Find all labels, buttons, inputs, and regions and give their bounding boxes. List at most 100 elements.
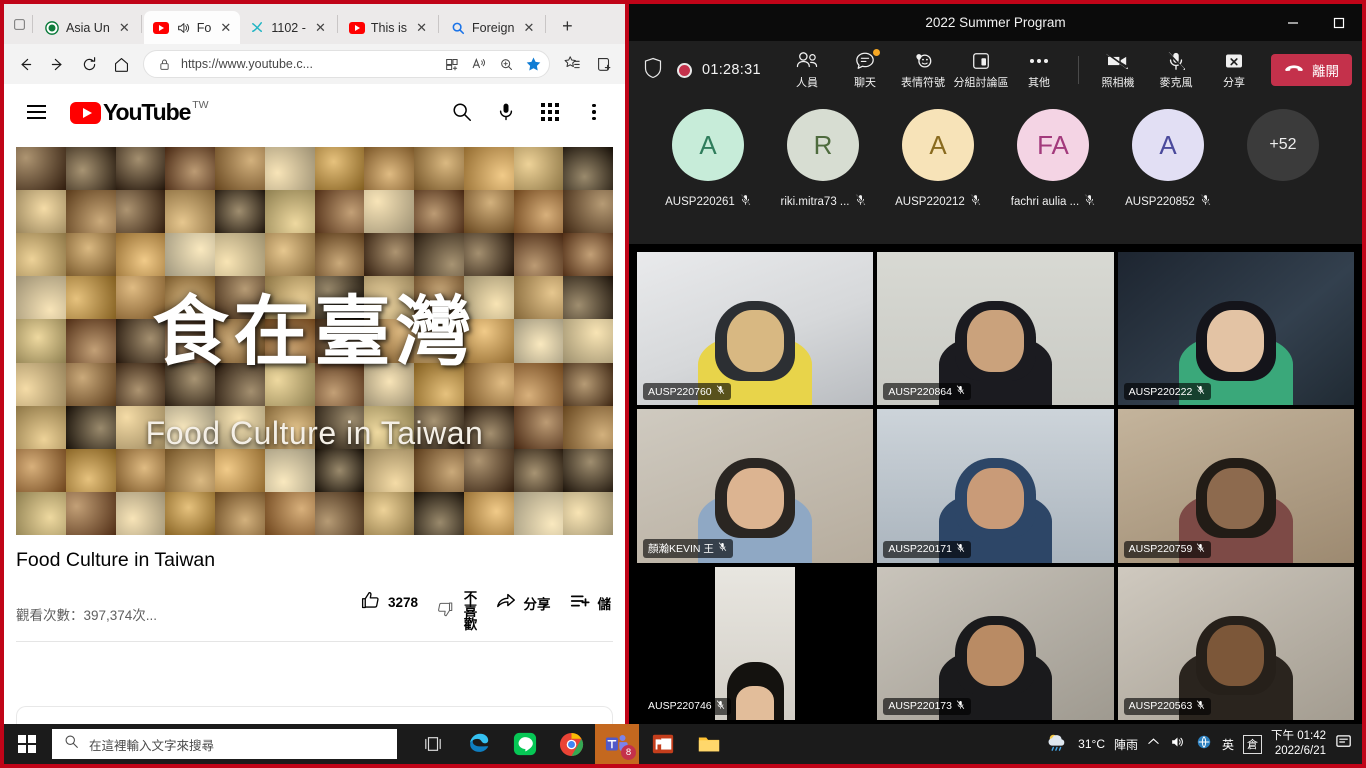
ime-mode-indicator[interactable]: 倉 bbox=[1243, 734, 1263, 754]
collage-cell bbox=[314, 190, 365, 234]
tab-close-button[interactable]: ✕ bbox=[413, 19, 430, 36]
tab-close-button[interactable]: ✕ bbox=[312, 19, 329, 36]
save-button[interactable]: 儲 bbox=[569, 590, 611, 615]
collage-cell bbox=[513, 276, 564, 320]
file-explorer-icon[interactable] bbox=[687, 724, 731, 764]
leave-meeting-button[interactable]: 離開 bbox=[1271, 54, 1352, 86]
microphone-muted-icon bbox=[956, 543, 965, 556]
toolbar-more-button[interactable]: 其他 bbox=[1010, 50, 1068, 90]
toolbar-share-button[interactable]: 分享 bbox=[1205, 50, 1263, 90]
task-view-icon[interactable] bbox=[411, 724, 455, 764]
roster-participant[interactable]: A AUSP220212 bbox=[892, 109, 985, 211]
youtube-logo[interactable]: YouTube TW bbox=[70, 99, 209, 125]
taskbar-search-input[interactable]: 在這裡輸入文字來搜尋 bbox=[52, 729, 397, 759]
ime-language-indicator[interactable]: 英 bbox=[1222, 736, 1234, 753]
weather-temperature: 31°C bbox=[1078, 737, 1105, 751]
more-vertical-icon[interactable] bbox=[581, 99, 607, 125]
forward-icon[interactable] bbox=[42, 49, 72, 79]
teams-badge-count: 8 bbox=[621, 745, 636, 760]
split-screen-icon[interactable] bbox=[442, 54, 462, 74]
hamburger-menu-icon[interactable] bbox=[16, 92, 56, 132]
browser-tab-0[interactable]: Asia Un ✕ bbox=[35, 11, 139, 44]
youtube-header-actions bbox=[449, 99, 613, 125]
youtube-page: YouTube TW 食在臺灣 Food Culture in Taiwan F… bbox=[4, 84, 625, 728]
tile-participant-name: AUSP220864 bbox=[883, 383, 971, 401]
windows-start-icon[interactable] bbox=[4, 724, 50, 764]
tab-audio-icon[interactable] bbox=[175, 20, 191, 36]
toolbar-camera-button[interactable]: 照相機 bbox=[1089, 50, 1147, 90]
collage-cell bbox=[563, 190, 613, 234]
video-tile[interactable]: AUSP220746 bbox=[637, 566, 874, 720]
roster-overflow[interactable]: +52 bbox=[1237, 109, 1330, 181]
video-tile[interactable]: AUSP220864 bbox=[877, 252, 1114, 406]
toolbar-camera-label: 照相機 bbox=[1101, 77, 1135, 89]
favorites-list-icon[interactable] bbox=[557, 49, 587, 79]
read-aloud-icon[interactable] bbox=[469, 54, 489, 74]
video-tile[interactable]: 顏瀚KEVIN 王 bbox=[637, 409, 874, 563]
collage-cell bbox=[563, 233, 613, 277]
video-tile[interactable]: AUSP220222 bbox=[1117, 252, 1354, 406]
browser-tab-3[interactable]: This is ✕ bbox=[340, 11, 436, 44]
powerpoint-icon[interactable] bbox=[641, 724, 685, 764]
line-icon[interactable] bbox=[503, 724, 547, 764]
video-title: Food Culture in Taiwan bbox=[16, 549, 216, 571]
network-icon[interactable] bbox=[1195, 734, 1213, 755]
toolbar-reactions-label: 表情符號 bbox=[901, 77, 945, 89]
address-bar[interactable]: https://www.youtube.c... bbox=[143, 50, 550, 78]
volume-icon[interactable] bbox=[1169, 734, 1186, 755]
notifications-icon[interactable] bbox=[1335, 733, 1354, 756]
toolbar-breakout-rooms-button[interactable]: 分組討論區 bbox=[952, 50, 1010, 90]
maximize-button[interactable] bbox=[1316, 4, 1362, 41]
zoom-icon[interactable] bbox=[496, 54, 516, 74]
refresh-icon[interactable] bbox=[74, 49, 104, 79]
new-tab-button[interactable]: + bbox=[554, 13, 580, 39]
tab-close-button[interactable]: ✕ bbox=[217, 19, 234, 36]
toolbar-people-button[interactable]: 人員 bbox=[778, 50, 836, 90]
roster-participant[interactable]: FA fachri aulia ... bbox=[1007, 109, 1100, 211]
toolbar-chat-button[interactable]: 聊天 bbox=[836, 49, 894, 90]
roster-participant[interactable]: A AUSP220261 bbox=[662, 109, 755, 211]
video-grid: AUSP220760 AUSP220864 AUSP220222 顏瀚KEVIN 王 A… bbox=[629, 244, 1362, 728]
search-icon[interactable] bbox=[449, 99, 475, 125]
teams-icon[interactable]: 8 bbox=[595, 724, 639, 764]
roster-participant[interactable]: A AUSP220852 bbox=[1122, 109, 1215, 211]
dislike-button[interactable]: 不喜歡 bbox=[436, 590, 477, 631]
video-player[interactable]: 食在臺灣 Food Culture in Taiwan bbox=[16, 147, 613, 535]
microphone-icon[interactable] bbox=[493, 99, 519, 125]
browser-tab-4[interactable]: Foreign ✕ bbox=[441, 11, 543, 44]
share-button[interactable]: 分享 bbox=[495, 590, 551, 615]
roster-participant[interactable]: Rriki.mitra73 ... bbox=[777, 109, 870, 211]
collage-cell bbox=[513, 491, 564, 535]
clock-time: 下午 01:42 bbox=[1271, 730, 1326, 742]
toolbar-microphone-button[interactable]: 麥克風 bbox=[1147, 50, 1205, 90]
collections-icon[interactable] bbox=[589, 49, 619, 79]
browser-tab-1[interactable]: Fo ✕ bbox=[143, 11, 241, 44]
browser-tab-2[interactable]: 1102 - ✕ bbox=[240, 11, 335, 44]
weather-rain-icon[interactable] bbox=[1045, 732, 1069, 757]
video-tile[interactable]: AUSP220173 bbox=[877, 566, 1114, 720]
edge-icon[interactable] bbox=[457, 724, 501, 764]
tab-close-button[interactable]: ✕ bbox=[116, 19, 133, 36]
tile-participant-name: 顏瀚KEVIN 王 bbox=[643, 538, 733, 558]
chevron-up-icon[interactable] bbox=[1147, 735, 1160, 753]
video-tile[interactable]: AUSP220563 bbox=[1117, 566, 1354, 720]
toolbar-reactions-button[interactable]: 表情符號 bbox=[894, 50, 952, 90]
chrome-icon[interactable] bbox=[549, 724, 593, 764]
tab-close-button[interactable]: ✕ bbox=[520, 19, 537, 36]
video-tile[interactable]: AUSP220171 bbox=[877, 409, 1114, 563]
video-stats-row: 觀看次數：397,374次... 3278 不喜歡 分享 儲 bbox=[16, 590, 613, 631]
like-button[interactable]: 3278 bbox=[360, 590, 418, 614]
shield-icon bbox=[643, 57, 663, 84]
back-icon[interactable] bbox=[10, 49, 40, 79]
video-tile[interactable]: AUSP220760 bbox=[637, 252, 874, 406]
home-icon[interactable] bbox=[106, 49, 136, 79]
favorite-star-icon[interactable] bbox=[523, 54, 543, 74]
minimize-button[interactable] bbox=[1270, 4, 1316, 41]
video-tile[interactable]: AUSP220759 bbox=[1117, 409, 1354, 563]
taskbar-clock[interactable]: 下午 01:42 2022/6/21 bbox=[1271, 729, 1326, 759]
collage-cell bbox=[513, 448, 564, 492]
tab-actions-icon[interactable] bbox=[8, 4, 30, 44]
apps-grid-icon[interactable] bbox=[537, 99, 563, 125]
tab-title: This is bbox=[370, 20, 408, 35]
people-icon bbox=[795, 50, 819, 72]
